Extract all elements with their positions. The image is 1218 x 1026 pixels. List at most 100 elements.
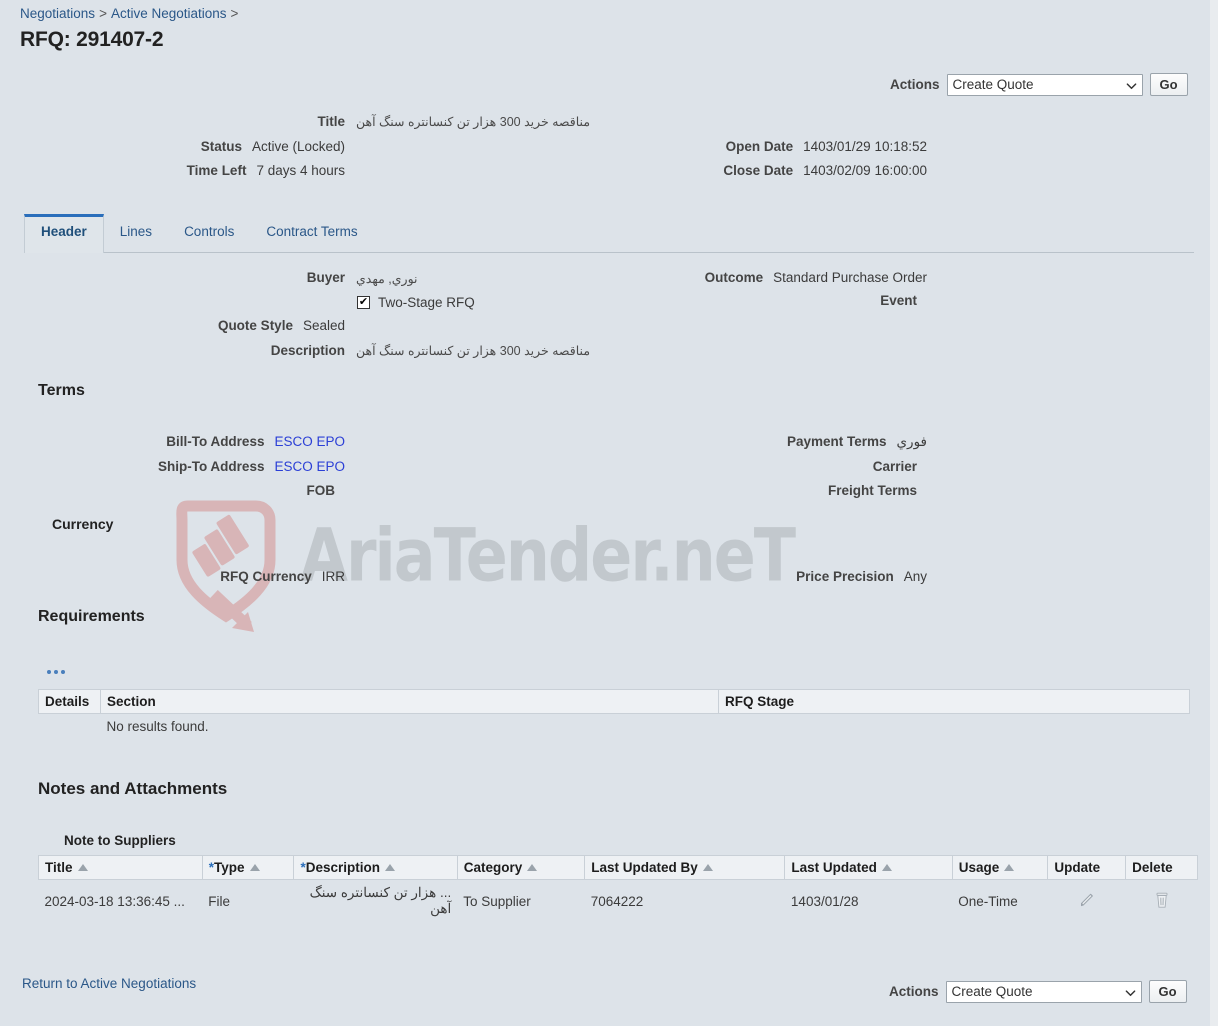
bill-to-address-row: Bill-To Address ESCO EPO <box>166 434 345 449</box>
breadcrumb-item-negotiations[interactable]: Negotiations <box>20 6 95 21</box>
freight-terms-row: Freight Terms <box>760 483 927 498</box>
bill-to-address-label: Bill-To Address <box>166 434 265 449</box>
bill-to-address-value[interactable]: ESCO EPO <box>274 434 345 449</box>
buyer-label: Buyer <box>306 270 345 285</box>
summary-time-left-label: Time Left <box>186 163 247 178</box>
tab-bar: Header Lines Controls Contract Terms <box>24 214 1194 253</box>
requirements-empty-row: No results found. <box>39 714 1190 740</box>
notes-cell-last-updated-by: 7064222 <box>590 893 644 909</box>
actions-select-top[interactable]: Create Quote <box>946 73 1143 96</box>
summary-status-row: Status Active (Locked) <box>180 139 345 154</box>
summary-close-date-row: Close Date 1403/02/09 16:00:00 <box>723 163 927 178</box>
requirements-empty-message: No results found. <box>106 719 209 734</box>
requirements-col-rfq-stage: RFQ Stage <box>718 689 1190 714</box>
ship-to-address-label: Ship-To Address <box>157 459 265 474</box>
sort-ascending-icon[interactable] <box>527 864 538 871</box>
notes-col-usage-label: Usage <box>958 860 1000 875</box>
page-title: RFQ: 291407-2 <box>20 28 164 51</box>
table-row: 2024-03-18 13:36:45 ... File ... هزار تن… <box>39 880 1198 923</box>
notes-col-last-updated[interactable]: Last Updated <box>784 855 953 880</box>
page-right-edge-strip <box>1210 0 1218 1026</box>
note-to-suppliers-subheading: Note to Suppliers <box>64 833 176 848</box>
notes-col-type-label: Type <box>214 860 245 875</box>
summary-title-row: Title <box>180 114 345 129</box>
notes-cell-delete[interactable] <box>1126 880 1198 923</box>
actions-label-bottom: Actions <box>889 984 939 999</box>
sort-ascending-icon[interactable] <box>881 864 892 871</box>
summary-open-date-label: Open Date <box>725 139 794 154</box>
carrier-row: Carrier <box>760 459 927 474</box>
quote-style-row: Quote Style Sealed <box>180 318 345 333</box>
summary-status-value: Active (Locked) <box>251 139 345 154</box>
watermark-text: AriaTender.neT <box>300 512 796 599</box>
notes-heading: Notes and Attachments <box>38 779 228 798</box>
tab-contract-terms[interactable]: Contract Terms <box>250 214 373 252</box>
notes-cell-update[interactable] <box>1048 880 1126 923</box>
buyer-row: Buyer <box>180 270 345 285</box>
summary-close-date-value: 1403/02/09 16:00:00 <box>803 163 927 178</box>
rfq-currency-value: IRR <box>321 569 345 584</box>
payment-terms-row: Payment Terms فوري <box>760 434 927 450</box>
notes-col-title[interactable]: Title <box>38 855 203 880</box>
breadcrumb-item-active-negotiations[interactable]: Active Negotiations <box>111 6 227 21</box>
notes-col-usage[interactable]: Usage <box>952 855 1049 880</box>
notes-cell-title[interactable]: 2024-03-18 13:36:45 ... <box>39 880 203 923</box>
actions-bar-bottom: Actions Create Quote Go <box>889 980 1187 1003</box>
breadcrumb-separator-2: > <box>230 6 239 21</box>
notes-attachments-table: Title *Type *Description Category Last U… <box>38 855 1198 922</box>
actions-select-top-value: Create Quote <box>952 77 1034 92</box>
notes-cell-last-updated: 1403/01/28 <box>790 893 859 909</box>
tab-header[interactable]: Header <box>24 214 104 253</box>
quote-style-label: Quote Style <box>217 318 293 333</box>
notes-cell-category: To Supplier <box>463 893 531 909</box>
summary-title-label: Title <box>317 114 345 129</box>
notes-col-last-updated-label: Last Updated <box>791 860 877 875</box>
carrier-label: Carrier <box>872 459 917 474</box>
trash-icon[interactable] <box>1152 892 1172 914</box>
two-stage-rfq-label: Two-Stage RFQ <box>378 295 475 310</box>
fob-label: FOB <box>306 483 336 498</box>
notes-col-delete: Delete <box>1125 855 1198 880</box>
rfq-currency-row: RFQ Currency IRR <box>180 569 345 584</box>
notes-col-type[interactable]: *Type <box>202 855 295 880</box>
quote-style-value: Sealed <box>302 318 345 333</box>
sort-ascending-icon[interactable] <box>249 864 260 871</box>
notes-col-last-updated-by[interactable]: Last Updated By <box>584 855 786 880</box>
go-button-bottom[interactable]: Go <box>1148 980 1187 1003</box>
actions-bar-top: Actions Create Quote Go <box>890 73 1188 96</box>
go-button-top[interactable]: Go <box>1149 73 1188 96</box>
notes-col-update: Update <box>1047 855 1127 880</box>
payment-terms-label: Payment Terms <box>786 434 887 449</box>
terms-heading: Terms <box>38 382 85 399</box>
sort-ascending-icon[interactable] <box>702 864 713 871</box>
tab-lines[interactable]: Lines <box>104 214 168 252</box>
pencil-icon[interactable] <box>1077 893 1097 913</box>
summary-open-date-row: Open Date 1403/01/29 10:18:52 <box>726 139 927 154</box>
rfq-details-page: Negotiations > Active Negotiations > RFQ: 2… <box>0 0 1218 1026</box>
two-stage-rfq-checkbox[interactable]: ✔ <box>357 296 370 309</box>
freight-terms-label: Freight Terms <box>827 483 917 498</box>
notes-col-category[interactable]: Category <box>457 855 586 880</box>
sort-ascending-icon[interactable] <box>1004 864 1015 871</box>
fob-row: FOB <box>180 483 345 498</box>
return-to-active-negotiations-link[interactable]: Return to Active Negotiations <box>22 976 196 991</box>
ship-to-address-value[interactable]: ESCO EPO <box>274 459 345 474</box>
notes-col-description[interactable]: *Description <box>293 855 458 880</box>
actions-select-bottom[interactable]: Create Quote <box>945 980 1142 1003</box>
actions-label-top: Actions <box>890 77 940 92</box>
event-label: Event <box>880 293 917 308</box>
notes-table-header-row: Title *Type *Description Category Last U… <box>38 855 1198 880</box>
summary-title-value: مناقصه خرید 300 هزار تن کنسانتره سنگ آهن <box>356 115 591 129</box>
sort-ascending-icon[interactable] <box>384 864 395 871</box>
description-label: Description <box>270 343 345 358</box>
outcome-value: Standard Purchase Order <box>773 270 927 285</box>
notes-col-category-label: Category <box>463 860 523 875</box>
outcome-row: Outcome Standard Purchase Order <box>705 270 927 285</box>
requirements-more-options-icon[interactable] <box>47 670 65 674</box>
tab-controls[interactable]: Controls <box>168 214 250 252</box>
requirements-col-section: Section <box>100 689 719 714</box>
ship-to-address-row: Ship-To Address ESCO EPO <box>158 459 345 474</box>
requirements-heading: Requirements <box>38 608 145 625</box>
sort-ascending-icon[interactable] <box>77 864 88 871</box>
event-row: Event <box>760 293 927 308</box>
